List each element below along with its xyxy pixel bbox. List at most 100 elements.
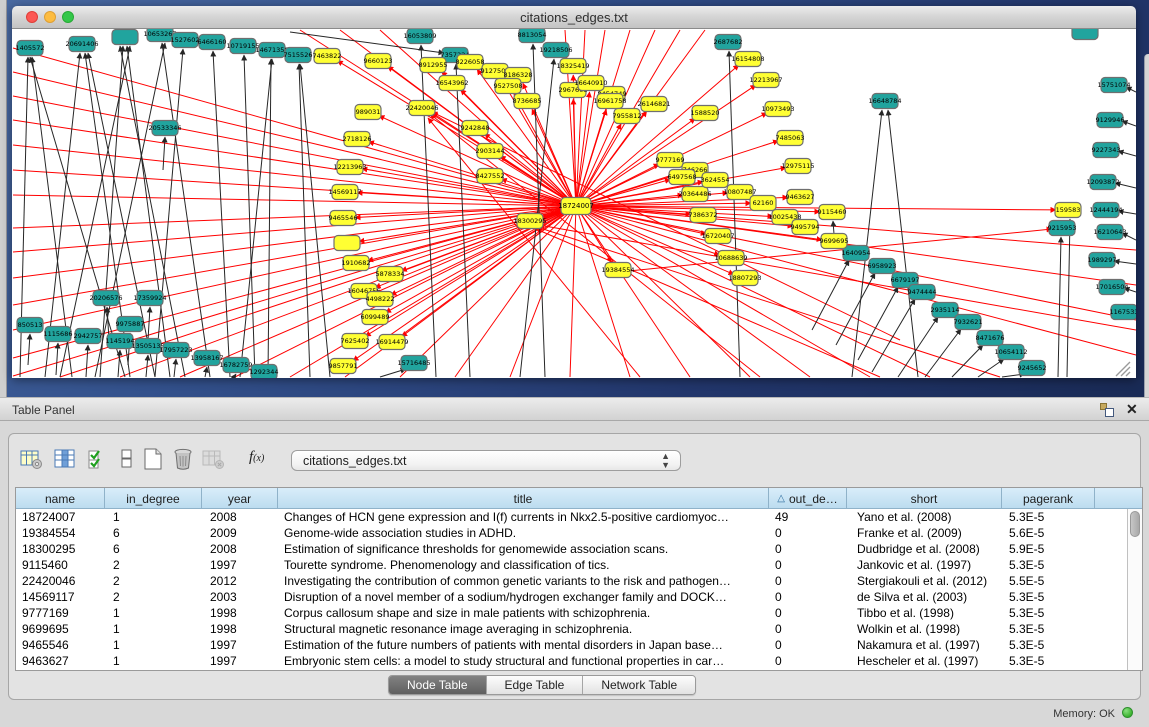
graph-node-teal[interactable]: 7515526: [284, 48, 313, 63]
table-row[interactable]: 946554611997Estimation of the future num…: [16, 637, 1142, 653]
graph-node-yellow[interactable]: 16543962: [435, 76, 468, 91]
red-citation-edge[interactable]: [391, 206, 576, 295]
black-citation-edge[interactable]: [421, 45, 436, 377]
table-row[interactable]: 1456911722003Disruption of a novel membe…: [16, 589, 1142, 605]
black-citation-edge[interactable]: [1114, 261, 1136, 264]
table-row[interactable]: 1872400712008Changes of HCN gene express…: [16, 509, 1142, 525]
graph-node-yellow[interactable]: 9465546: [329, 211, 358, 226]
black-citation-edge[interactable]: [174, 359, 176, 377]
graph-node-teal[interactable]: 16053809: [403, 29, 436, 44]
scrollbar-thumb[interactable]: [1130, 511, 1140, 537]
column-header-short[interactable]: short: [847, 488, 1002, 509]
black-citation-edge[interactable]: [56, 343, 58, 375]
graph-node-teal[interactable]: 16782759: [219, 358, 252, 373]
graph-node-teal[interactable]: 1115686: [44, 327, 73, 342]
graph-node-yellow[interactable]: 9527508: [494, 79, 523, 94]
graph-node-yellow[interactable]: 10973493: [761, 102, 794, 117]
graph-node-yellow[interactable]: 3624554: [701, 173, 730, 188]
resize-grip-icon[interactable]: [1126, 372, 1130, 376]
graph-node-yellow[interactable]: 4498222: [366, 292, 395, 307]
graph-node-teal[interactable]: 15751074: [1097, 78, 1130, 93]
table-settings-icon[interactable]: [19, 447, 43, 471]
graph-node-yellow[interactable]: 22420046: [405, 101, 438, 116]
graph-node-teal[interactable]: 1989297: [1088, 253, 1117, 268]
red-citation-edge[interactable]: [576, 92, 590, 206]
graph-node-teal[interactable]: 16210643: [1093, 225, 1126, 240]
graph-node-teal[interactable]: 12444194: [1089, 203, 1122, 218]
graph-node-teal[interactable]: 9227343: [1092, 143, 1121, 158]
graph-node-teal[interactable]: 8813054: [518, 29, 547, 43]
graph-node-yellow[interactable]: 9115460: [818, 205, 847, 220]
graph-node-yellow[interactable]: 9857791: [329, 359, 358, 374]
graph-node-teal[interactable]: 20691406: [65, 37, 98, 52]
graph-node-yellow[interactable]: 6497568: [668, 170, 697, 185]
delete-table-icon[interactable]: [171, 447, 195, 471]
graph-node-yellow[interactable]: 9699695: [820, 234, 849, 249]
graph-node-yellow[interactable]: 8912955: [419, 58, 448, 73]
graph-node-yellow[interactable]: 9660123: [364, 54, 393, 69]
graph-node-yellow[interactable]: 19384554: [601, 263, 634, 278]
graph-node-teal[interactable]: 6958923: [868, 259, 897, 274]
black-citation-edge[interactable]: [952, 345, 983, 377]
table-row[interactable]: 2242004622012Investigating the contribut…: [16, 573, 1142, 589]
graph-node-yellow[interactable]: 7625402: [341, 334, 370, 349]
black-citation-edge[interactable]: [1118, 151, 1136, 156]
black-citation-edge[interactable]: [86, 345, 88, 377]
graph-node-teal[interactable]: 16648784: [868, 94, 901, 109]
graph-node-teal[interactable]: 9215953: [1048, 221, 1077, 236]
graph-node-yellow[interactable]: 9777169: [656, 153, 685, 168]
graph-node-yellow[interactable]: 10688639: [714, 251, 747, 266]
red-citation-edge[interactable]: [368, 142, 576, 206]
table-row[interactable]: 969969511998Structural magnetic resonanc…: [16, 621, 1142, 637]
column-header-year[interactable]: year: [202, 488, 278, 509]
red-edge[interactable]: [576, 206, 630, 377]
show-column-icon[interactable]: [53, 447, 77, 471]
graph-node-yellow[interactable]: 7386372: [689, 208, 718, 223]
black-citation-edge[interactable]: [155, 49, 183, 377]
network-canvas[interactable]: 1405572206914061065326715276026466160107…: [12, 29, 1136, 378]
close-panel-icon[interactable]: ✕: [1126, 401, 1138, 418]
graph-node-yellow[interactable]: 8427552: [476, 169, 505, 184]
black-citation-edge[interactable]: [380, 369, 406, 377]
black-citation-edge[interactable]: [28, 334, 30, 365]
graph-node-teal[interactable]: [112, 30, 138, 45]
citation-network-graph[interactable]: 1405572206914061065326715276026466160107…: [12, 29, 1136, 378]
network-window-titlebar[interactable]: citations_edges.txt: [12, 6, 1136, 29]
graph-node-teal[interactable]: 15716485: [397, 356, 430, 371]
graph-node-teal[interactable]: 12093872: [1086, 175, 1119, 190]
graph-node-teal[interactable]: 7932621: [954, 315, 983, 330]
graph-node-teal[interactable]: 6466160: [198, 35, 227, 50]
black-citation-edge[interactable]: [163, 137, 165, 170]
resize-grip-icon[interactable]: [1121, 367, 1130, 376]
black-citation-edge[interactable]: [146, 355, 148, 377]
table-panel-header[interactable]: Table Panel ✕: [0, 397, 1149, 421]
table-selector-dropdown[interactable]: citations_edges.txt ▲▼: [291, 450, 681, 471]
graph-node-yellow[interactable]: 12975115: [781, 159, 814, 174]
graph-node-teal[interactable]: 17016504: [1095, 280, 1128, 295]
graph-node-yellow[interactable]: 8736685: [513, 94, 542, 109]
red-edge[interactable]: [576, 206, 930, 377]
graph-node-yellow[interactable]: 16914479: [375, 335, 408, 350]
column-header-pagerank[interactable]: pagerank: [1002, 488, 1095, 509]
graph-node-yellow[interactable]: 989031: [355, 105, 381, 120]
black-citation-edge[interactable]: [205, 367, 207, 377]
tab-node-table[interactable]: Node Table: [389, 676, 487, 694]
table-vertical-scrollbar[interactable]: [1127, 509, 1142, 671]
graph-node-yellow[interactable]: 159583: [1055, 203, 1081, 218]
black-citation-edge[interactable]: [833, 221, 834, 234]
graph-node-yellow[interactable]: 1910682: [342, 256, 371, 271]
graph-node-teal[interactable]: 9474444: [908, 285, 937, 300]
graph-node-yellow[interactable]: 6099489: [361, 310, 390, 325]
graph-node-yellow[interactable]: 12213967: [749, 73, 782, 88]
graph-node-teal[interactable]: 20206576: [89, 291, 122, 306]
graph-node-yellow[interactable]: 9463627: [786, 190, 815, 205]
graph-node-yellow[interactable]: 18807293: [728, 271, 761, 286]
graph-node-yellow[interactable]: 14569117: [328, 185, 361, 200]
graph-node-yellow[interactable]: 20364486: [678, 187, 711, 202]
column-header-in_degree[interactable]: in_degree: [105, 488, 202, 509]
black-citation-edge[interactable]: [213, 51, 230, 377]
graph-node-teal[interactable]: 9245652: [1018, 361, 1047, 376]
graph-node-yellow[interactable]: 12213963: [333, 160, 366, 175]
graph-node-yellow[interactable]: 18300295: [513, 214, 546, 229]
graph-node-teal[interactable]: 1145194: [106, 334, 135, 349]
